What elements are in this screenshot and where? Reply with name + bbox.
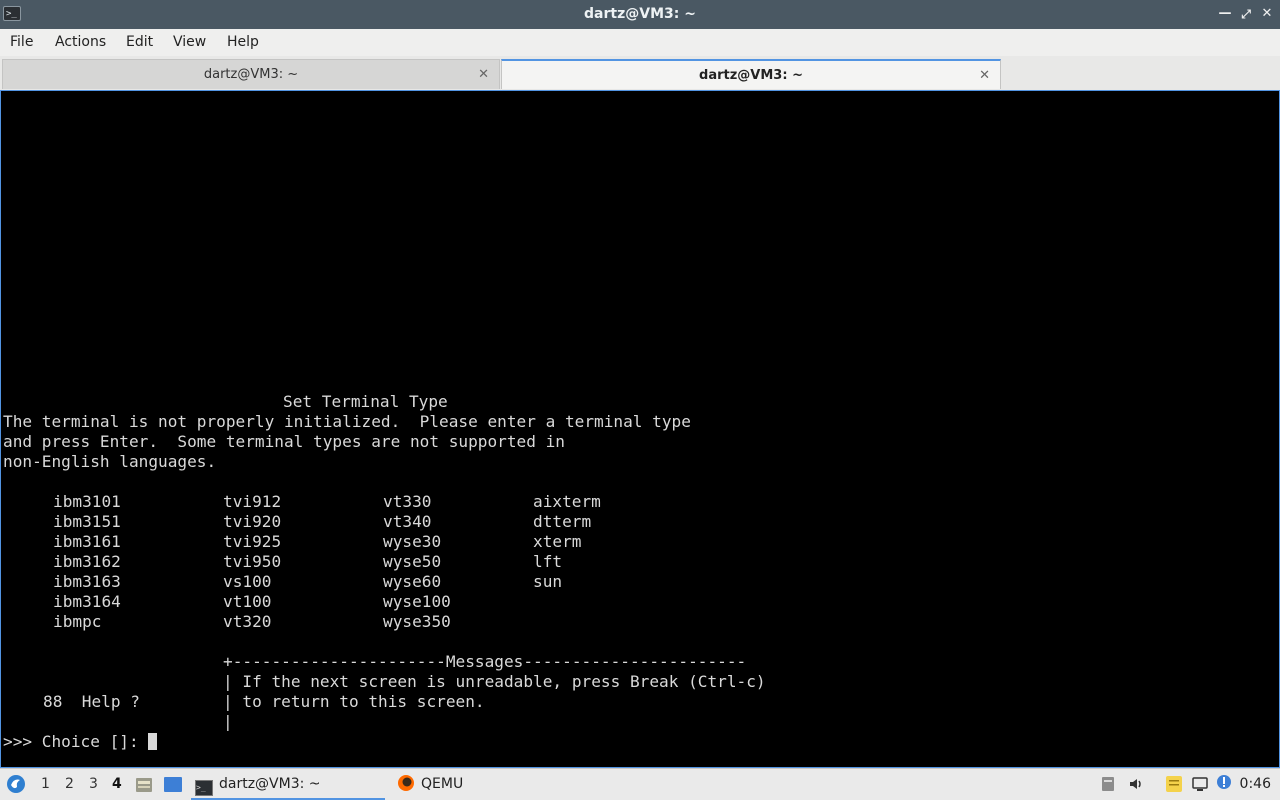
task-terminal[interactable]: >_ dartz@VM3: ~	[191, 771, 385, 800]
terminal-type-option: ibm3101	[53, 492, 121, 511]
screen-heading: Set Terminal Type	[283, 392, 448, 411]
menu-actions[interactable]: Actions	[55, 29, 106, 56]
menu-view[interactable]: View	[173, 29, 206, 56]
terminal-type-option: wyse30	[383, 532, 442, 551]
close-icon[interactable]: ✕	[1258, 5, 1276, 23]
terminal-type-option: vt340	[383, 512, 432, 531]
window-titlebar[interactable]: >_ dartz@VM3: ~ — ⤢ ✕	[0, 0, 1280, 30]
terminal-type-option: ibm3162	[53, 552, 121, 571]
tab-bar: dartz@VM3: ~ ✕ dartz@VM3: ~ ✕	[0, 56, 1280, 90]
task-qemu[interactable]: QEMU	[395, 771, 575, 798]
terminal-screen[interactable]: Set Terminal Type The terminal is not pr…	[0, 90, 1280, 768]
start-menu-icon[interactable]	[6, 774, 26, 794]
prompt-text: >>> Choice []:	[3, 732, 149, 751]
show-desktop-icon[interactable]	[163, 776, 183, 793]
minimize-icon[interactable]: —	[1216, 5, 1234, 23]
help-option: 88 Help ?	[43, 692, 140, 711]
message-line: | If the next screen is unreadable, pres…	[223, 672, 766, 691]
tab-close-icon[interactable]: ✕	[478, 60, 489, 90]
task-label: QEMU	[421, 776, 464, 792]
menu-edit[interactable]: Edit	[126, 29, 153, 56]
terminal-type-option: vt330	[383, 492, 432, 511]
tab-close-icon[interactable]: ✕	[979, 61, 990, 91]
intro-line: non-English languages.	[3, 452, 217, 471]
terminal-type-option: vt320	[223, 612, 272, 631]
terminal-type-option: ibm3164	[53, 592, 121, 611]
update-notifier-icon[interactable]	[1216, 774, 1232, 790]
terminal-type-option: ibmpc	[53, 612, 102, 631]
notes-icon[interactable]	[1164, 774, 1184, 794]
file-manager-icon[interactable]	[135, 776, 153, 793]
terminal-type-option: vs100	[223, 572, 272, 591]
intro-line: The terminal is not properly initialized…	[3, 412, 691, 431]
terminal-type-option: ibm3161	[53, 532, 121, 551]
clipboard-icon[interactable]	[1100, 776, 1116, 792]
terminal-type-option: tvi920	[223, 512, 282, 531]
workspace-3[interactable]: 3	[89, 769, 98, 800]
menu-file[interactable]: File	[10, 29, 33, 56]
tab-label: dartz@VM3: ~	[203, 67, 299, 82]
volume-icon[interactable]	[1128, 776, 1144, 792]
terminal-type-option: sun	[533, 572, 563, 591]
terminal-type-option: wyse100	[383, 592, 451, 611]
maximize-icon[interactable]: ⤢	[1237, 5, 1255, 23]
terminal-type-option: tvi912	[223, 492, 282, 511]
clock[interactable]: 0:46	[1240, 769, 1271, 800]
terminal-type-option: wyse60	[383, 572, 442, 591]
terminal-type-option: wyse50	[383, 552, 442, 571]
menu-help[interactable]: Help	[227, 29, 259, 56]
window-title: dartz@VM3: ~	[584, 6, 696, 22]
terminal-type-option: ibm3151	[53, 512, 121, 531]
workspace-4[interactable]: 4	[112, 769, 122, 800]
qemu-icon	[398, 775, 414, 791]
terminal-type-option: tvi950	[223, 552, 282, 571]
terminal-type-option: lft	[533, 552, 563, 571]
terminal-type-option: ibm3163	[53, 572, 121, 591]
terminal-type-option: aixterm	[533, 492, 601, 511]
network-icon[interactable]	[1192, 776, 1208, 792]
menu-bar: File Actions Edit View Help	[0, 29, 1280, 56]
terminal-type-option: vt100	[223, 592, 272, 611]
messages-rule: +----------------------Messages---------…	[223, 652, 747, 671]
message-line: |	[223, 712, 233, 731]
tab-terminal-1[interactable]: dartz@VM3: ~ ✕	[2, 59, 500, 89]
tab-terminal-2[interactable]: dartz@VM3: ~ ✕	[501, 59, 1001, 89]
taskbar: 1 2 3 4 >_ dartz@VM3: ~ QEMU 0:46	[0, 768, 1280, 800]
choice-prompt[interactable]: >>> Choice []:	[3, 732, 158, 752]
text-cursor	[148, 733, 158, 750]
tab-label: dartz@VM3: ~	[699, 68, 803, 83]
terminal-type-option: tvi925	[223, 532, 282, 551]
workspace-2[interactable]: 2	[65, 769, 74, 800]
workspace-1[interactable]: 1	[41, 769, 50, 800]
intro-line: and press Enter. Some terminal types are…	[3, 432, 565, 451]
terminal-type-option: dtterm	[533, 512, 592, 531]
terminal-type-option: wyse350	[383, 612, 451, 631]
task-label: dartz@VM3: ~	[219, 776, 321, 792]
terminal-type-option: xterm	[533, 532, 582, 551]
terminal-icon: >_	[195, 780, 213, 796]
message-line: | to return to this screen.	[223, 692, 485, 711]
